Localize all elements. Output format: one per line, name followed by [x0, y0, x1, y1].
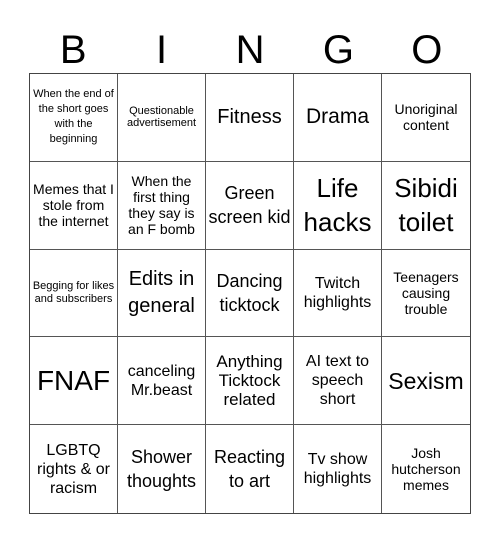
bingo-cell[interactable]: When the end of the short goes with the … [30, 74, 118, 162]
bingo-cell[interactable]: LGBTQ rights & or racism [30, 425, 118, 513]
bingo-cell[interactable]: Sibidi toilet [382, 162, 470, 250]
header-letter-g: G [322, 28, 354, 72]
bingo-cell[interactable]: Unoriginal content [382, 74, 470, 162]
bingo-cell[interactable]: Teenagers causing trouble [382, 250, 470, 338]
bingo-cell[interactable]: Life hacks [294, 161, 382, 250]
bingo-cell[interactable]: Dancing ticktock [206, 249, 294, 338]
header-letter-n: N [235, 28, 265, 72]
bingo-cell[interactable]: Anything Ticktock related [206, 337, 294, 426]
bingo-cell[interactable]: Twitch highlights [294, 249, 382, 338]
bingo-cell[interactable]: Tv show highlights [294, 425, 382, 513]
bingo-cell[interactable]: Reacting to art [206, 425, 294, 513]
bingo-grid: When the end of the short goes with the … [29, 73, 471, 514]
bingo-cell[interactable]: Sexism [382, 337, 470, 426]
bingo-cell[interactable]: Questionable advertisement [118, 74, 206, 162]
bingo-cell[interactable]: AI text to speech short [294, 337, 382, 426]
bingo-cell[interactable]: Memes that I stole from the internet [30, 161, 118, 250]
bingo-cell[interactable]: Josh hutcherson memes [382, 425, 470, 513]
bingo-cell[interactable]: Shower thoughts [118, 425, 206, 513]
bingo-cell[interactable]: Edits in general [118, 249, 206, 338]
bingo-cell[interactable]: Fitness [206, 74, 294, 162]
bingo-cell[interactable]: FNAF [30, 337, 118, 426]
bingo-cell[interactable]: Green screen kid [206, 161, 294, 250]
bingo-cell[interactable]: When the first thing they say is an F bo… [118, 161, 206, 250]
header-letter-o: O [411, 28, 443, 72]
header-letter-i: I [156, 28, 168, 72]
header-letter-b: B [59, 28, 87, 72]
bingo-cell[interactable]: Drama [294, 74, 382, 162]
bingo-cell[interactable]: canceling Mr.beast [118, 337, 206, 426]
bingo-cell[interactable]: Begging for likes and subscribers [30, 249, 118, 338]
bingo-header: B I N G O [29, 28, 471, 72]
